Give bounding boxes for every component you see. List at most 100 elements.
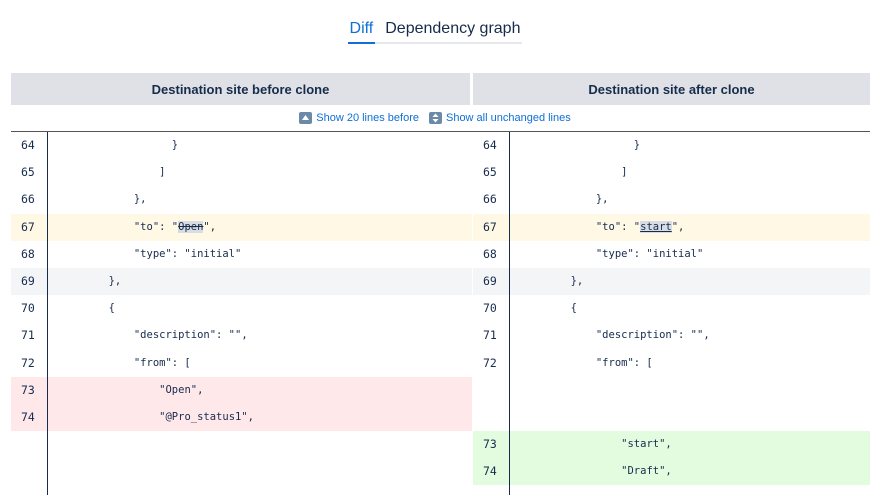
line-number: 72	[21, 355, 35, 370]
diff-line: 68 "type": "initial"	[11, 241, 472, 268]
line-code: "start",	[520, 431, 672, 458]
diff-line: 69 },	[473, 268, 870, 295]
diff-line: 64 }	[11, 132, 472, 159]
line-number: 69	[21, 274, 35, 288]
line-code: },	[520, 268, 584, 295]
line-code: },	[58, 268, 122, 295]
diff-line: 71 "description": "",	[11, 322, 472, 349]
line-number: 73	[21, 382, 35, 397]
diff-line: 72 "from": [	[11, 350, 472, 377]
line-number: 73	[483, 437, 497, 452]
line-number: 64	[483, 138, 497, 152]
expand-lines-bar: Show 20 lines before Show all unchanged …	[0, 112, 870, 124]
diff-line: 74 "@Pro_status1",	[11, 404, 472, 431]
line-text: "Open",	[159, 383, 204, 396]
diff-line: 67 "to": "Open",	[11, 213, 472, 241]
line-code: "from": [	[58, 350, 191, 377]
line-code: "to": "Open",	[58, 214, 216, 241]
line-text: ",	[671, 220, 685, 233]
diff-line: 71 "description": "",	[473, 322, 870, 349]
line-code: "description": "",	[58, 322, 248, 349]
line-number: 64	[21, 138, 35, 152]
tab-dependency-graph[interactable]: Dependency graph	[383, 20, 522, 38]
removed-token: Open	[178, 220, 204, 233]
tab-diff[interactable]: Diff	[347, 20, 376, 44]
line-number: 71	[483, 328, 497, 343]
line-text: },	[595, 193, 609, 206]
diff-line: 72 "from": [	[473, 350, 870, 377]
line-number: 68	[21, 246, 35, 261]
line-number: 72	[483, 355, 497, 370]
show-20-lines-before-link[interactable]: Show 20 lines before	[299, 112, 419, 124]
show-all-unchanged-lines-label: Show all unchanged lines	[445, 112, 571, 124]
line-text: "to": "	[595, 220, 641, 233]
line-text: {	[108, 302, 115, 315]
line-code: },	[520, 186, 609, 213]
line-text: ]	[621, 166, 628, 179]
line-number: 65	[483, 165, 497, 180]
line-text: "@Pro_status1",	[159, 411, 254, 423]
line-code: "from": [	[520, 350, 653, 377]
line-code: }	[520, 132, 640, 159]
diff-line: 70 {	[473, 295, 870, 322]
tab-bar: Diff Dependency graph	[0, 20, 870, 44]
line-number: 70	[483, 301, 497, 316]
line-number: 71	[21, 328, 35, 343]
line-code: "Open",	[58, 377, 203, 404]
line-text: "description": "",	[133, 329, 248, 342]
line-code: }	[58, 132, 178, 159]
before-gutter-divider	[47, 132, 48, 495]
diff-line: 69 },	[11, 268, 472, 295]
line-number: 65	[21, 165, 35, 180]
line-text: "to": "	[133, 220, 179, 233]
line-number	[473, 377, 517, 404]
line-code: "Draft",	[520, 458, 672, 485]
line-text: "start",	[621, 438, 672, 451]
expand-all-icon	[428, 112, 442, 124]
line-code: "description": "",	[520, 322, 710, 349]
diff-line: 67 "to": "start",	[473, 213, 870, 241]
added-token: start	[640, 220, 672, 233]
before-column-header: Destination site before clone	[11, 73, 470, 105]
diff-line	[473, 404, 870, 431]
line-number: 74	[483, 464, 497, 479]
show-20-lines-before-label: Show 20 lines before	[316, 112, 419, 124]
diff-line	[473, 377, 870, 404]
line-text: },	[133, 193, 147, 206]
line-code: "@Pro_status1",	[58, 404, 254, 431]
after-column-header: Destination site after clone	[473, 73, 870, 105]
line-number: 66	[21, 192, 35, 207]
diff-line: 65 ]	[473, 159, 870, 186]
diff-line: 74 "Draft",	[473, 458, 870, 486]
line-text: }	[171, 139, 179, 151]
line-code: ]	[58, 159, 165, 186]
line-code: "to": "start",	[520, 214, 684, 241]
line-text: },	[108, 275, 122, 287]
line-code: ]	[520, 159, 627, 186]
tabs-container: Diff Dependency graph	[347, 20, 523, 44]
show-all-unchanged-lines-link[interactable]: Show all unchanged lines	[428, 112, 571, 124]
line-text: }	[633, 139, 641, 151]
line-number: 67	[483, 219, 497, 234]
line-number: 68	[483, 246, 497, 261]
line-code: "type": "initial"	[58, 241, 241, 268]
line-text: "from": [	[595, 356, 653, 369]
line-number: 70	[21, 301, 35, 316]
